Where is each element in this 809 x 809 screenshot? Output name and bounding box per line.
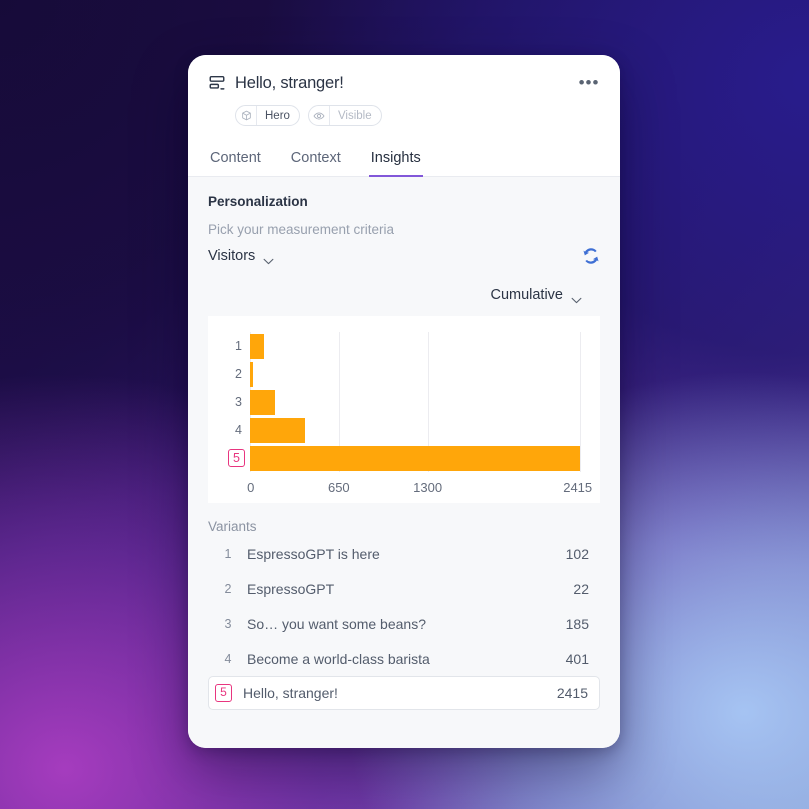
chart-bar-label: 5 [228,448,245,468]
chart-bar-row[interactable]: 5 [228,444,580,472]
panel-body: Personalization Pick your measurement cr… [188,177,620,748]
measurement-criteria-label: Pick your measurement criteria [208,222,395,237]
aggregation-dropdown-label: Cumulative [490,287,563,303]
variant-number: 1 [224,546,232,561]
panel-header: Hello, stranger! ••• Hero Visible [188,55,620,126]
variant-row[interactable]: 1 EspressoGPT is here 102 [208,536,600,571]
variant-value: 401 [565,650,589,667]
variant-label: So… you want some beans? [247,615,426,632]
chart-bar[interactable] [250,445,580,471]
more-options-button[interactable]: ••• [578,72,600,94]
chart-bar[interactable] [250,361,253,387]
chart-gridline [580,332,581,472]
tab-bar: Content Context Insights [188,146,620,177]
variant-label: EspressoGPT is here [247,545,380,562]
variant-number: 5 [215,684,232,702]
variant-row[interactable]: 4 Become a world-class barista 401 [208,641,600,676]
status-badge-visible-label: Visible [337,109,372,122]
aggregation-dropdown[interactable]: Cumulative [490,287,582,303]
cube-icon [236,106,257,125]
chart-bar-label: 3 [235,394,242,409]
metric-dropdown[interactable]: Visitors [208,248,274,264]
chart-bar-label: 2 [235,366,242,381]
section-title-personalization: Personalization [208,194,308,209]
chevron-down-icon [571,292,582,303]
variant-label: Become a world-class barista [247,650,430,667]
status-badge-visible[interactable]: Visible [307,105,382,126]
variant-row-selected[interactable]: 5 Hello, stranger! 2415 [208,676,600,710]
variant-value: 185 [565,615,589,632]
variant-label: EspressoGPT [247,580,335,597]
page-title: Hello, stranger! [235,73,344,92]
chart-bar-row[interactable]: 4 [235,416,580,444]
refresh-icon[interactable] [582,247,600,265]
criteria-row: Visitors [208,245,600,267]
chart-bar-row[interactable]: 2 [235,360,580,388]
chart-bar-label: 4 [235,422,242,437]
variant-number: 4 [224,651,232,666]
variant-number: 3 [224,616,232,631]
variant-row[interactable]: 3 So… you want some beans? 185 [208,606,600,641]
chart-x-tick-label: 1300 [413,480,443,495]
chart-bar-row[interactable]: 1 [235,332,580,360]
title-row: Hello, stranger! ••• [208,71,600,95]
chart-x-axis: 0 650 1300 2415 [247,472,592,498]
tab-content[interactable]: Content [208,146,263,177]
chevron-down-icon [263,253,274,264]
chart-bar[interactable] [250,389,276,415]
metric-dropdown-label: Visitors [208,248,256,264]
chart-x-tick-label: 650 [327,480,350,495]
aggregation-row: Cumulative [208,287,600,303]
variant-value: 22 [573,580,589,597]
insights-panel: Hello, stranger! ••• Hero Visible Conten… [188,55,620,748]
tab-insights[interactable]: Insights [368,146,423,177]
variant-row[interactable]: 2 EspressoGPT 22 [208,571,600,606]
variants-title: Variants [208,519,257,534]
chart-bar[interactable] [250,333,264,359]
variant-value: 2415 [556,685,588,701]
status-badge-hero[interactable]: Hero [235,105,300,126]
chart-x-tick-label: 2415 [563,480,593,495]
layout-section-icon [208,74,226,92]
badge-row: Hero Visible [208,105,600,126]
variant-number: 2 [224,581,232,596]
variant-value: 102 [565,545,589,562]
chart-bar[interactable] [250,417,305,443]
status-badge-hero-label: Hero [265,109,290,122]
variants-list: 1 EspressoGPT is here 102 2 EspressoGPT 22 3 So… [208,536,600,710]
chart-plot-area: 1 2 3 4 5 [228,332,581,472]
chart-x-tick-label: 0 [247,480,255,495]
desktop-background: Hello, stranger! ••• Hero Visible Conten… [0,0,809,809]
variant-label: Hello, stranger! [243,685,338,701]
insights-bar-chart: 1 2 3 4 5 0 650 1300 2415 [208,316,600,503]
chart-bar-row[interactable]: 3 [235,388,580,416]
eye-icon [309,106,330,125]
chart-bar-label: 1 [235,338,242,353]
tab-context[interactable]: Context [289,146,343,177]
